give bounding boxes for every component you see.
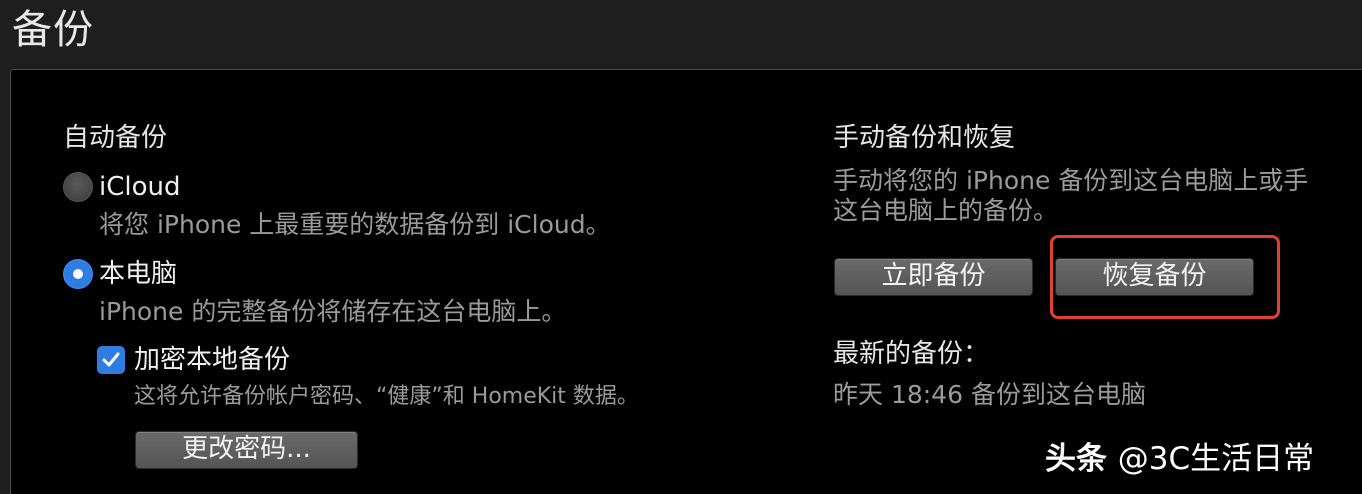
auto-backup-heading: 自动备份 [63,123,168,153]
this-computer-label[interactable]: 本电脑 [99,257,177,291]
restore-backup-button[interactable]: 恢复备份 [1055,258,1254,296]
backup-now-button[interactable]: 立即备份 [834,258,1033,296]
encrypt-label[interactable]: 加密本地备份 [134,343,290,377]
icloud-radio[interactable] [63,172,93,202]
manual-backup-description-line2: 这台电脑上的备份。 [833,196,1059,225]
encrypt-checkbox[interactable] [97,346,125,374]
this-computer-radio[interactable] [63,259,93,289]
checkmark-icon [102,352,120,367]
latest-backup-value: 昨天 18:46 备份到这台电脑 [833,380,1146,409]
watermark: 头条 @3C生活日常 [1045,439,1314,479]
backup-page: 备份 自动备份 iCloud 将您 iPhone 上最重要的数据备份到 iClo… [0,0,1362,494]
manual-backup-heading: 手动备份和恢复 [833,123,1016,153]
manual-backup-description-line1: 手动将您的 iPhone 备份到这台电脑上或手 [833,166,1309,195]
page-title: 备份 [12,7,94,53]
change-password-button[interactable]: 更改密码... [135,431,358,469]
watermark-handle: @3C生活日常 [1117,441,1315,477]
icloud-label[interactable]: iCloud [99,170,181,204]
icloud-description: 将您 iPhone 上最重要的数据备份到 iCloud。 [99,210,611,239]
encrypt-description: 这将允许备份帐户密码、“健康”和 HomeKit 数据。 [134,384,639,409]
this-computer-description: iPhone 的完整备份将储存在这台电脑上。 [99,297,567,326]
backup-panel: 自动备份 iCloud 将您 iPhone 上最重要的数据备份到 iCloud。… [10,69,1362,494]
latest-backup-heading: 最新的备份： [833,339,990,369]
watermark-source: 头条 [1045,441,1107,477]
